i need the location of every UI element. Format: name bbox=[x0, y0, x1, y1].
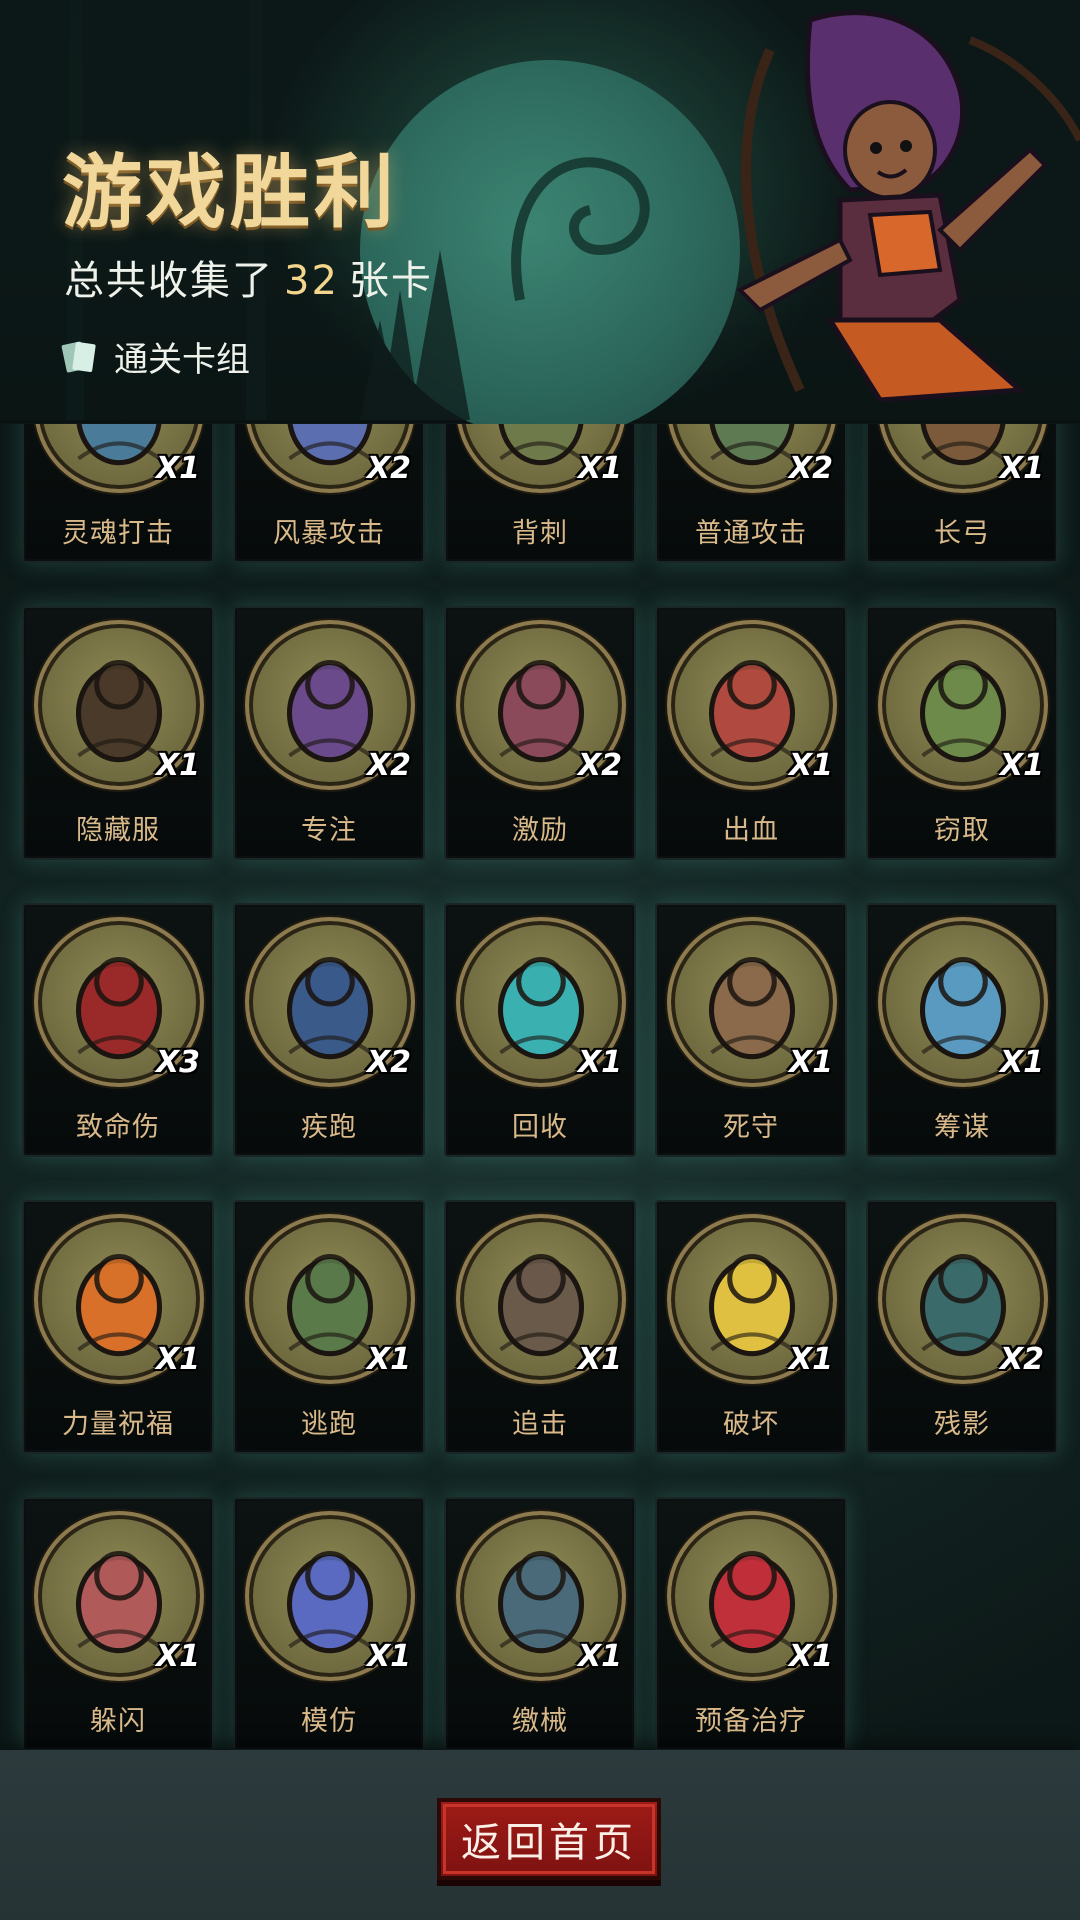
card-name: 模仿 bbox=[301, 1706, 357, 1737]
card-grid-viewport[interactable]: X1 灵魂打击 X2 风暴攻击 X1 背刺 X2 普通攻击 X1 长弓 X1 隐藏服 X2 专注 X2 激励 X… bbox=[0, 424, 1080, 1750]
card-name: 激励 bbox=[512, 815, 568, 846]
card-name: 疾跑 bbox=[301, 1112, 357, 1143]
collected-suffix: 张卡 bbox=[348, 258, 433, 304]
card-name: 缴械 bbox=[512, 1706, 568, 1737]
heroine-illustration bbox=[736, 10, 1080, 403]
card-item[interactable]: X2 专注 bbox=[233, 606, 425, 860]
card-count: X1 bbox=[366, 1342, 411, 1377]
card-name: 追击 bbox=[512, 1409, 568, 1440]
card-name: 力量祝福 bbox=[62, 1409, 174, 1440]
card-item[interactable]: X1 出血 bbox=[655, 606, 847, 860]
card-count: X1 bbox=[155, 1342, 200, 1377]
card-count: X3 bbox=[155, 1045, 200, 1080]
card-name: 破坏 bbox=[723, 1409, 779, 1440]
card-item[interactable]: X1 窃取 bbox=[866, 606, 1058, 860]
card-count: X1 bbox=[788, 1342, 833, 1377]
deck-label-text: 通关卡组 bbox=[114, 340, 250, 380]
card-item[interactable]: X2 激励 bbox=[444, 606, 636, 860]
card-count: X1 bbox=[999, 1045, 1044, 1080]
card-item[interactable]: X1 背刺 bbox=[444, 424, 636, 563]
card-name: 死守 bbox=[723, 1112, 779, 1143]
card-count: X1 bbox=[577, 1342, 622, 1377]
card-item[interactable]: X1 死守 bbox=[655, 903, 847, 1157]
card-count: X1 bbox=[155, 748, 200, 783]
card-name: 致命伤 bbox=[76, 1112, 160, 1143]
card-item[interactable]: X1 追击 bbox=[444, 1200, 636, 1454]
card-count: X2 bbox=[366, 1045, 411, 1080]
card-name: 背刺 bbox=[512, 518, 568, 549]
card-item[interactable]: X1 隐藏服 bbox=[22, 606, 214, 860]
card-count: X1 bbox=[788, 1045, 833, 1080]
card-item[interactable]: X1 破坏 bbox=[655, 1200, 847, 1454]
card-item[interactable]: X2 残影 bbox=[866, 1200, 1058, 1454]
card-item[interactable]: X2 疾跑 bbox=[233, 903, 425, 1157]
card-count: X1 bbox=[788, 748, 833, 783]
victory-title: 游戏胜利 bbox=[62, 146, 398, 239]
card-name: 预备治疗 bbox=[695, 1706, 807, 1737]
card-item[interactable]: X1 长弓 bbox=[866, 424, 1058, 563]
cleared-deck-label: 通关卡组 bbox=[60, 332, 250, 381]
card-item[interactable]: X3 致命伤 bbox=[22, 903, 214, 1157]
card-name: 灵魂打击 bbox=[62, 518, 174, 549]
card-name: 残影 bbox=[934, 1409, 990, 1440]
return-home-button[interactable]: 返回首页 bbox=[437, 1798, 661, 1880]
card-name: 筹谋 bbox=[934, 1112, 990, 1143]
card-name: 普通攻击 bbox=[695, 518, 807, 549]
card-count: X1 bbox=[366, 1639, 411, 1674]
card-name: 长弓 bbox=[934, 518, 990, 549]
victory-header: 游戏胜利 总共收集了 32 张卡 通关卡组 bbox=[0, 0, 1080, 440]
card-count: X1 bbox=[577, 451, 622, 486]
card-count: X2 bbox=[577, 748, 622, 783]
card-name: 专注 bbox=[301, 815, 357, 846]
card-item[interactable]: X1 筹谋 bbox=[866, 903, 1058, 1157]
card-name: 躲闪 bbox=[90, 1706, 146, 1737]
card-item[interactable]: X1 躲闪 bbox=[22, 1497, 214, 1750]
collected-prefix: 总共收集了 bbox=[64, 258, 274, 304]
card-item[interactable]: X1 模仿 bbox=[233, 1497, 425, 1750]
card-item[interactable]: X1 回收 bbox=[444, 903, 636, 1157]
card-name: 窃取 bbox=[934, 815, 990, 846]
card-item[interactable]: X2 普通攻击 bbox=[655, 424, 847, 563]
collected-count: 32 bbox=[284, 258, 339, 304]
card-name: 隐藏服 bbox=[76, 815, 160, 846]
card-item[interactable]: X1 预备治疗 bbox=[655, 1497, 847, 1750]
card-item[interactable]: X1 力量祝福 bbox=[22, 1200, 214, 1454]
card-count: X1 bbox=[577, 1639, 622, 1674]
card-count: X2 bbox=[788, 451, 833, 486]
card-count: X2 bbox=[999, 1342, 1044, 1377]
card-count: X1 bbox=[999, 451, 1044, 486]
card-count: X1 bbox=[155, 1639, 200, 1674]
card-name: 风暴攻击 bbox=[273, 518, 385, 549]
card-count: X1 bbox=[577, 1045, 622, 1080]
bottom-bar: 返回首页 bbox=[0, 1750, 1080, 1920]
card-item[interactable]: X1 灵魂打击 bbox=[22, 424, 214, 563]
card-name: 逃跑 bbox=[301, 1409, 357, 1440]
card-count: X1 bbox=[788, 1639, 833, 1674]
card-item[interactable]: X1 逃跑 bbox=[233, 1200, 425, 1454]
card-count: X2 bbox=[366, 451, 411, 486]
card-count: X1 bbox=[999, 748, 1044, 783]
card-name: 出血 bbox=[723, 815, 779, 846]
collected-summary: 总共收集了 32 张卡 bbox=[64, 248, 433, 306]
card-item[interactable]: X2 风暴攻击 bbox=[233, 424, 425, 563]
card-name: 回收 bbox=[512, 1112, 568, 1143]
card-count: X1 bbox=[155, 451, 200, 486]
card-item[interactable]: X1 缴械 bbox=[444, 1497, 636, 1750]
card-count: X2 bbox=[366, 748, 411, 783]
deck-cards-icon bbox=[61, 341, 96, 372]
